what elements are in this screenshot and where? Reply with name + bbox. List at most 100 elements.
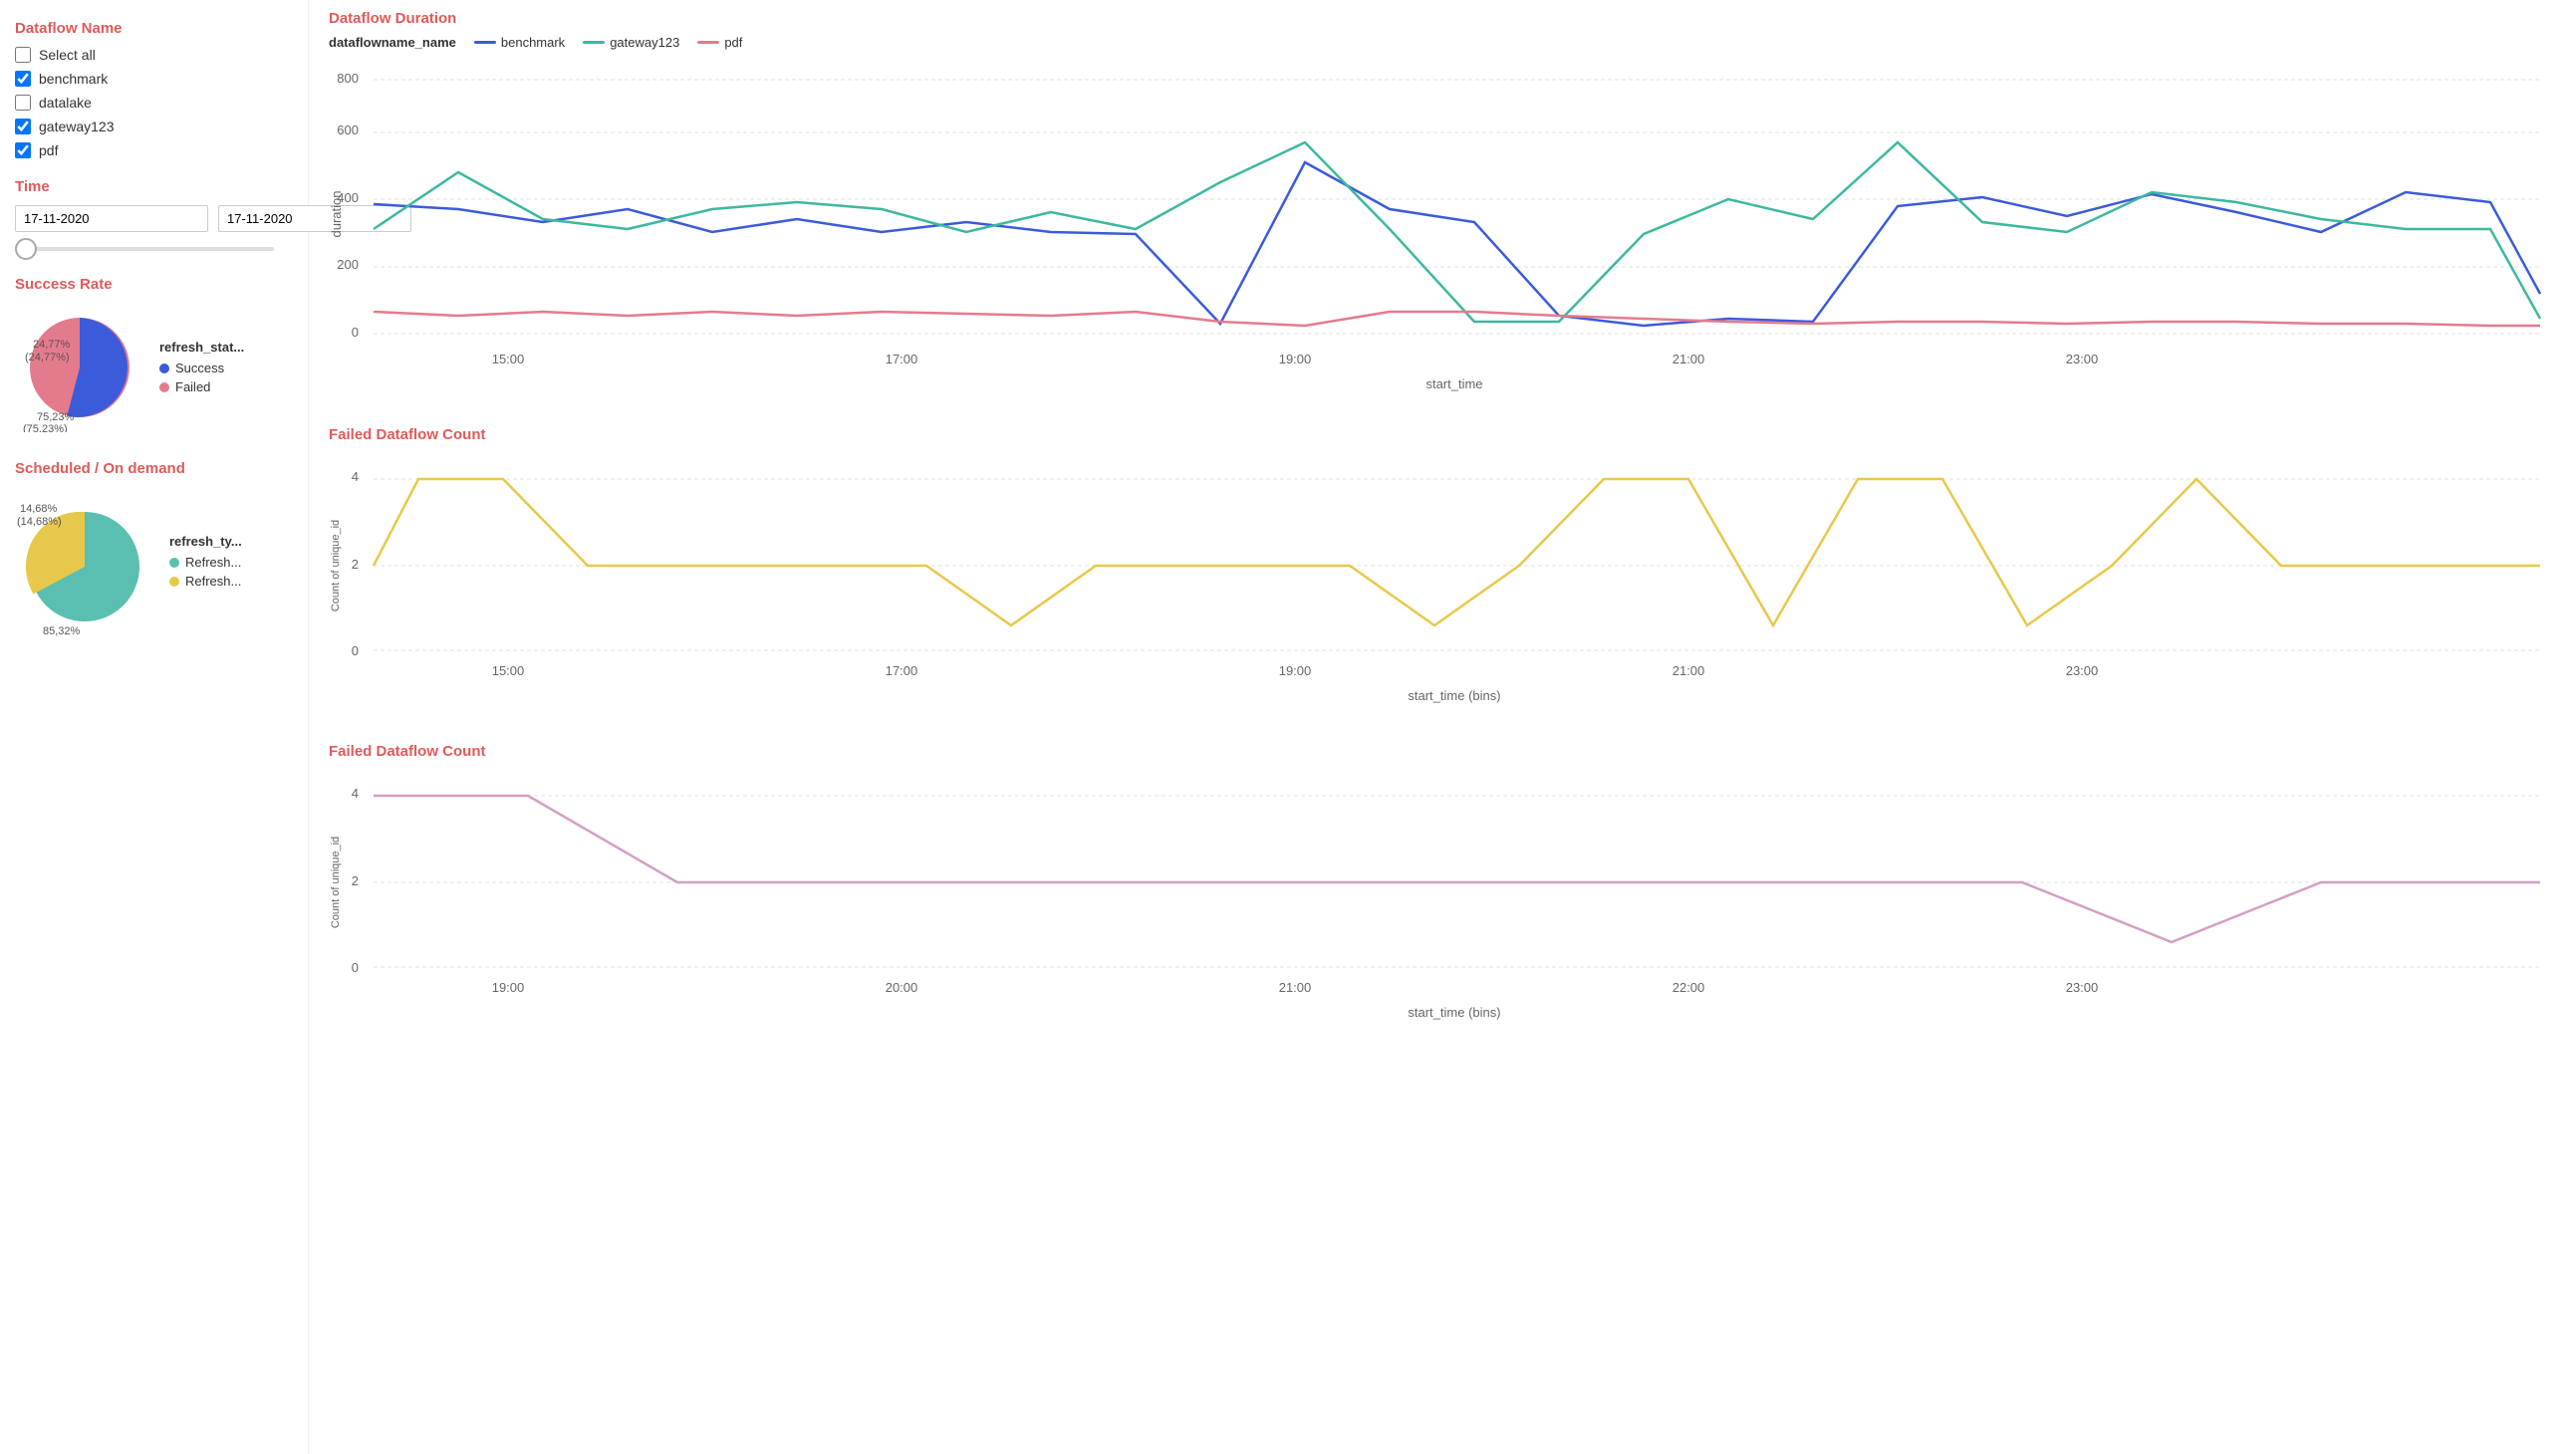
x-tick-1500: 15:00 (492, 352, 525, 366)
x-tick-1900: 19:00 (1279, 352, 1312, 366)
checkbox-benchmark[interactable] (15, 71, 31, 87)
label-gateway123: gateway123 (39, 119, 115, 134)
time-title: Time (15, 178, 293, 195)
scheduled-pie-container: 14,68% (14,68%) 85,32% (85,32%) refresh_… (15, 487, 293, 639)
select-all-checkbox[interactable] (15, 47, 31, 63)
y1-tick-4: 4 (352, 469, 359, 484)
filter-pdf[interactable]: pdf (15, 142, 293, 158)
success-pie-container: 24,77% (24,77%) 75,23% (75,23%) refresh_… (15, 303, 293, 435)
label-datalake: datalake (39, 95, 92, 111)
success-legend: refresh_stat... Success Failed (159, 340, 244, 398)
label-pdf: pdf (39, 142, 58, 158)
checkbox-datalake[interactable] (15, 95, 31, 111)
duration-chart-title: Dataflow Duration (329, 10, 2556, 27)
filter-gateway123[interactable]: gateway123 (15, 119, 293, 134)
failed-count2-title: Failed Dataflow Count (329, 743, 2556, 760)
scheduled-legend-title: refresh_ty... (169, 534, 242, 549)
x1-axis-label: start_time (bins) (1408, 688, 1500, 703)
success-label: Success (175, 361, 224, 375)
duration-legend-name: dataflowname_name (329, 35, 456, 50)
scheduled-dot (169, 558, 179, 568)
select-all-item[interactable]: Select all (15, 47, 293, 63)
x2-tick-2300: 23:00 (2066, 980, 2099, 995)
x1-tick-1900: 19:00 (1279, 663, 1312, 678)
duration-legend-gateway: gateway123 (583, 35, 679, 50)
ondemand-dot (169, 577, 179, 587)
failed-count-chart2-block: Failed Dataflow Count 4 2 0 Count of uni… (329, 743, 2556, 1030)
filter-benchmark[interactable]: benchmark (15, 71, 293, 87)
main-content: Dataflow Duration dataflowname_name benc… (309, 0, 2576, 1454)
x-tick-2300: 23:00 (2066, 352, 2099, 366)
failed-count1-line (374, 479, 2540, 625)
success-legend-success: Success (159, 361, 244, 375)
gateway123-line (374, 142, 2540, 322)
y2-tick-0: 0 (352, 960, 359, 975)
success-dot (159, 364, 169, 373)
y2-tick-2: 2 (352, 873, 359, 888)
time-inputs (15, 205, 293, 232)
pdf-line-legend (697, 41, 719, 44)
y-tick-600: 600 (337, 122, 359, 137)
ondemand-pct-label: 14,68% (20, 503, 58, 515)
scheduled-label: Refresh... (185, 555, 241, 570)
failed-pct-label: 24,77% (33, 339, 71, 351)
success-pie-svg: 24,77% (24,77%) 75,23% (75,23%) (15, 303, 144, 432)
x1-tick-1500: 15:00 (492, 663, 525, 678)
gateway-legend-label: gateway123 (610, 35, 679, 50)
scheduled-pie-chart: 14,68% (14,68%) 85,32% (85,32%) (15, 487, 154, 639)
sidebar: Dataflow Name Select all benchmark datal… (0, 0, 309, 1454)
y1-tick-0: 0 (352, 643, 359, 658)
gateway-line-legend (583, 41, 605, 44)
label-benchmark: benchmark (39, 71, 108, 87)
y1-tick-2: 2 (352, 557, 359, 572)
x-axis-label: start_time (1425, 376, 1482, 391)
success-pct-label: 75,23% (37, 411, 75, 423)
benchmark-legend-label: benchmark (501, 35, 565, 50)
x2-tick-1900: 19:00 (492, 980, 525, 995)
scheduled-legend-scheduled: Refresh... (169, 555, 242, 570)
x1-tick-2100: 21:00 (1673, 663, 1705, 678)
x-tick-2100: 21:00 (1673, 352, 1705, 366)
duration-legend-row: dataflowname_name benchmark gateway123 p… (329, 35, 2556, 50)
y-axis-label: duration (329, 191, 344, 238)
failed-count2-line (374, 796, 2540, 942)
ondemand-pct2-label: (14,68%) (17, 516, 62, 528)
x2-axis-label: start_time (bins) (1408, 1005, 1500, 1020)
success-rate-section: Success Rate 24,77% (24,77%) 75,23% (75,… (15, 276, 293, 435)
scheduled-pie-svg: 14,68% (14,68%) 85,32% (85,32%) (15, 487, 154, 636)
failed-count-chart1-block: Failed Dataflow Count 4 2 0 Count of uni… (329, 426, 2556, 713)
x1-tick-1700: 17:00 (886, 663, 918, 678)
failed-count1-svg: 4 2 0 Count of unique_id 15:00 17:00 19:… (329, 451, 2550, 710)
time-section: Time (15, 178, 293, 251)
time-slider-thumb[interactable] (15, 238, 37, 260)
success-legend-failed: Failed (159, 379, 244, 394)
pdf-line (374, 312, 2540, 326)
y-tick-0: 0 (352, 325, 359, 340)
x2-tick-2000: 20:00 (886, 980, 918, 995)
y-tick-200: 200 (337, 257, 359, 272)
scheduled-legend-ondemand: Refresh... (169, 574, 242, 589)
duration-legend-benchmark: benchmark (474, 35, 565, 50)
failed-label: Failed (175, 379, 210, 394)
scheduled-legend: refresh_ty... Refresh... Refresh... (169, 534, 242, 593)
date-start-input[interactable] (15, 205, 208, 232)
y-tick-800: 800 (337, 71, 359, 86)
x1-tick-2300: 23:00 (2066, 663, 2099, 678)
checkbox-gateway123[interactable] (15, 119, 31, 134)
scheduled-title: Scheduled / On demand (15, 460, 293, 477)
failed-pct2-label: (24,77%) (25, 352, 70, 364)
x-tick-1700: 17:00 (886, 352, 918, 366)
select-all-label: Select all (39, 47, 96, 63)
checkbox-pdf[interactable] (15, 142, 31, 158)
ondemand-label: Refresh... (185, 574, 241, 589)
filter-datalake[interactable]: datalake (15, 95, 293, 111)
time-slider-track (15, 247, 274, 251)
failed-count1-title: Failed Dataflow Count (329, 426, 2556, 443)
dataflow-name-title: Dataflow Name (15, 20, 293, 37)
pdf-legend-label: pdf (724, 35, 742, 50)
scheduled-section: Scheduled / On demand 14,68% (14,68%) 85… (15, 460, 293, 639)
y2-tick-4: 4 (352, 786, 359, 801)
duration-legend-pdf: pdf (697, 35, 742, 50)
success-pct2-label: (75,23%) (23, 423, 68, 432)
duration-chart-block: Dataflow Duration dataflowname_name benc… (329, 10, 2556, 396)
